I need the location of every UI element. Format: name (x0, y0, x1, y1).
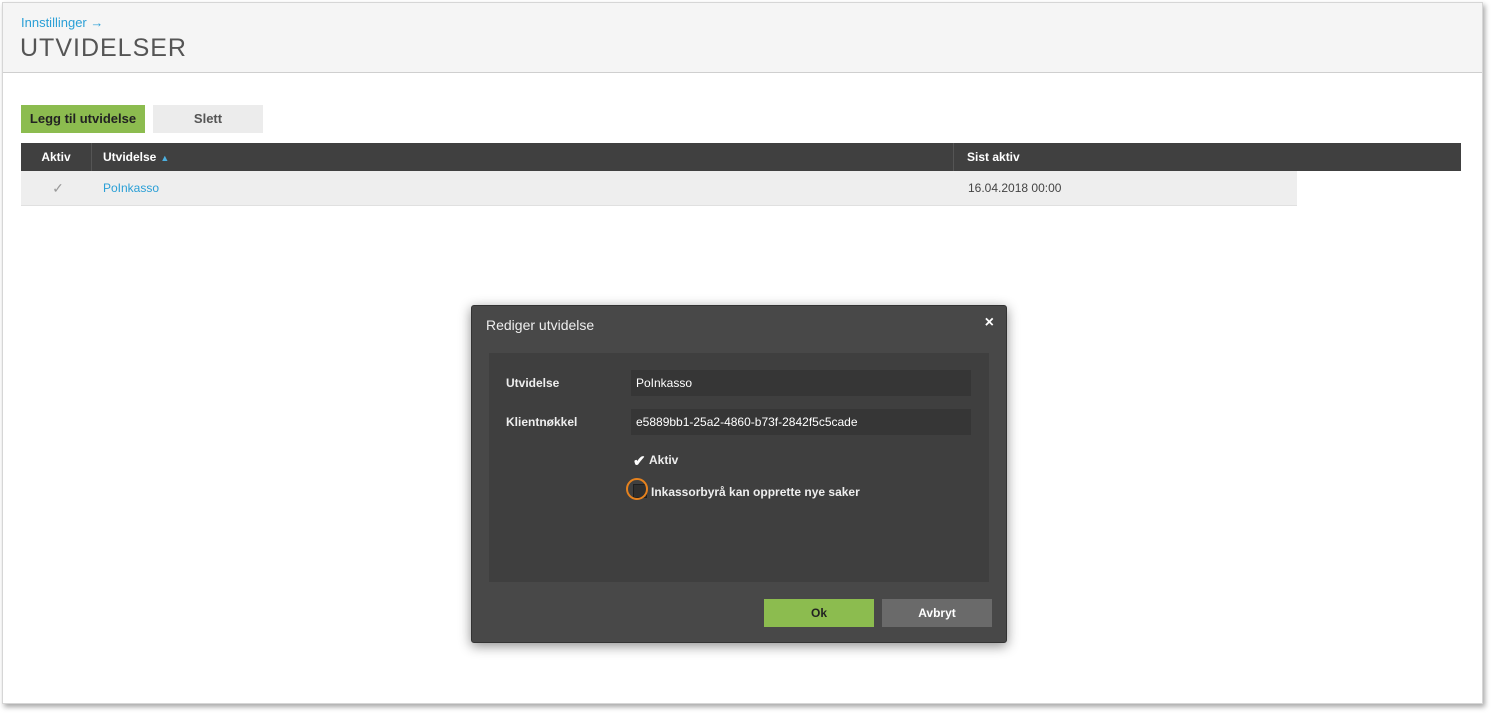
agency-checkbox-label: Inkassorbyrå kan opprette nye saker (651, 485, 860, 499)
last-active-date: 16.04.2018 00:00 (968, 181, 1062, 195)
focus-ring-indicator (626, 478, 648, 500)
ok-button[interactable]: Ok (764, 599, 874, 627)
active-checkbox[interactable]: ✔ (633, 454, 646, 469)
extension-field-label: Utvidelse (506, 376, 560, 390)
extension-input[interactable] (631, 370, 971, 396)
edit-extension-dialog: Rediger utvidelse × Utvidelse Klientnøkk… (471, 305, 1007, 643)
page-title: UTVIDELSER (20, 34, 187, 62)
cancel-button[interactable]: Avbryt (882, 599, 992, 627)
client-key-field-label: Klientnøkkel (506, 415, 578, 429)
extension-name-link[interactable]: PoInkasso (103, 171, 159, 205)
column-header-active[interactable]: Aktiv (21, 143, 92, 171)
agency-checkbox[interactable] (626, 478, 648, 500)
sort-ascending-icon: ▲ (160, 153, 170, 163)
dialog-body: Utvidelse Klientnøkkel ✔Aktiv Inkassorby… (489, 353, 989, 582)
client-key-input[interactable] (631, 409, 971, 435)
table-row[interactable]: ✓ PoInkasso 16.04.2018 00:00 (21, 171, 1297, 206)
table-header: Aktiv Utvidelse ▲ Sist aktiv (21, 143, 1461, 171)
active-checkbox-row: ✔ Aktiv (633, 453, 679, 469)
delete-button[interactable]: Slett (153, 105, 263, 133)
agency-checkbox-row: Inkassorbyrå kan opprette nye saker (626, 478, 860, 500)
page-header: Innstillinger → UTVIDELSER (3, 3, 1482, 73)
checkmark-icon: ✓ (52, 180, 64, 196)
column-header-last-active[interactable]: Sist aktiv (955, 143, 1020, 171)
active-checkbox-label: Aktiv (649, 453, 679, 467)
add-extension-button[interactable]: Legg til utvidelse (21, 105, 145, 133)
dialog-title: Rediger utvidelse (486, 317, 595, 333)
close-icon[interactable]: × (985, 314, 994, 332)
column-header-extension[interactable]: Utvidelse ▲ (91, 143, 954, 171)
column-header-extension-label: Utvidelse (103, 150, 157, 164)
breadcrumb[interactable]: Innstillinger → (21, 15, 103, 30)
